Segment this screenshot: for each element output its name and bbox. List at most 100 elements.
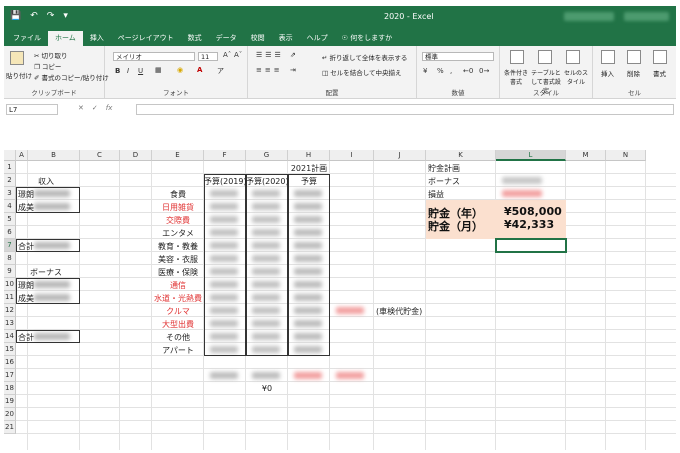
cell-e7[interactable]: 教育・教養 bbox=[152, 241, 204, 252]
conditional-format-button[interactable]: 条件付き書式 bbox=[502, 68, 530, 86]
save-icon[interactable]: 💾 bbox=[10, 11, 21, 21]
cell-l5[interactable]: ¥42,333 bbox=[504, 218, 554, 231]
row-header-15[interactable]: 15 bbox=[4, 343, 16, 356]
percent-icon[interactable]: % bbox=[437, 67, 444, 75]
column-header-n[interactable]: N bbox=[606, 150, 646, 161]
currency-icon[interactable]: ¥ bbox=[423, 67, 427, 75]
vertical-align-icons[interactable]: ☰☰☰ bbox=[256, 51, 284, 59]
cell-b9[interactable]: ボーナス bbox=[30, 267, 62, 278]
cell-g18[interactable]: ¥0 bbox=[246, 384, 288, 393]
row-header-19[interactable]: 19 bbox=[4, 395, 16, 408]
indent-icons[interactable]: ⇥ bbox=[290, 66, 296, 74]
copy-button[interactable]: ❐ コピー bbox=[34, 61, 61, 71]
cancel-icon[interactable]: ✕ bbox=[78, 104, 84, 112]
tab-5[interactable]: データ bbox=[209, 31, 244, 46]
tab-7[interactable]: 表示 bbox=[272, 31, 300, 46]
cell-e6[interactable]: エンタメ bbox=[152, 228, 204, 239]
cell-g2[interactable]: 予算(2020) bbox=[246, 176, 289, 187]
row-header-21[interactable]: 21 bbox=[4, 421, 16, 434]
font-name-select[interactable]: メイリオ bbox=[113, 52, 195, 61]
format-painter-button[interactable]: ✐ 書式のコピー/貼り付け bbox=[34, 72, 109, 82]
row-header-20[interactable]: 20 bbox=[4, 408, 16, 421]
tab-1[interactable]: ホーム bbox=[48, 31, 83, 46]
row-header-8[interactable]: 8 bbox=[4, 252, 16, 265]
cell-a10[interactable]: 璟朗 bbox=[18, 280, 34, 291]
cell-e12[interactable]: クルマ bbox=[152, 306, 204, 317]
paste-icon[interactable] bbox=[10, 51, 24, 65]
undo-icon[interactable]: ↶ bbox=[30, 11, 38, 21]
cell-h1[interactable]: 2021計画 bbox=[288, 163, 330, 174]
column-header-m[interactable]: M bbox=[566, 150, 606, 161]
row-header-14[interactable]: 14 bbox=[4, 330, 16, 343]
cell-k1[interactable]: 貯金計画 bbox=[428, 163, 460, 174]
column-header-d[interactable]: D bbox=[120, 150, 152, 161]
cell-e14[interactable]: その他 bbox=[152, 332, 204, 343]
row-header-7[interactable]: 7 bbox=[4, 239, 16, 252]
number-format-select[interactable]: 標準 bbox=[422, 52, 494, 61]
select-all-corner[interactable] bbox=[4, 150, 16, 161]
borders-icon[interactable]: ▦ bbox=[155, 66, 162, 74]
row-header-11[interactable]: 11 bbox=[4, 291, 16, 304]
orientation-icon[interactable]: ⇗ bbox=[290, 51, 296, 59]
conditional-format-icon[interactable] bbox=[510, 50, 524, 64]
row-header-3[interactable]: 3 bbox=[4, 187, 16, 200]
cell-e4[interactable]: 日用雑貨 bbox=[152, 202, 204, 213]
format-button[interactable]: 書式 bbox=[653, 68, 666, 78]
table-format-icon[interactable] bbox=[538, 50, 552, 64]
cell-f2[interactable]: 予算(2019) bbox=[204, 176, 247, 187]
cell-a11[interactable]: 成美 bbox=[18, 293, 34, 304]
column-header-l[interactable]: L bbox=[496, 150, 566, 161]
tab-3[interactable]: ページレイアウト bbox=[111, 31, 181, 46]
row-header-18[interactable]: 18 bbox=[4, 382, 16, 395]
insert-button[interactable]: 挿入 bbox=[601, 68, 614, 78]
row-header-5[interactable]: 5 bbox=[4, 213, 16, 226]
cell-a3[interactable]: 璟朗 bbox=[18, 189, 34, 200]
cut-button[interactable]: ✂ 切り取り bbox=[34, 50, 68, 60]
cell-e10[interactable]: 通信 bbox=[152, 280, 204, 291]
row-header-4[interactable]: 4 bbox=[4, 200, 16, 213]
column-header-f[interactable]: F bbox=[204, 150, 246, 161]
tab-0[interactable]: ファイル bbox=[6, 31, 48, 46]
increase-decimal-icon[interactable]: ←0 bbox=[463, 67, 473, 75]
tab-8[interactable]: ヘルプ bbox=[300, 31, 335, 46]
row-header-17[interactable]: 17 bbox=[4, 369, 16, 382]
column-header-k[interactable]: K bbox=[426, 150, 496, 161]
delete-cells-icon[interactable] bbox=[627, 50, 641, 64]
name-box[interactable]: L7 bbox=[6, 104, 58, 115]
increase-font-icon[interactable]: Aˆ bbox=[223, 51, 231, 59]
row-header-16[interactable]: 16 bbox=[4, 356, 16, 369]
cell-k5[interactable]: 貯金（月） bbox=[428, 218, 483, 234]
row-header-9[interactable]: 9 bbox=[4, 265, 16, 278]
enter-icon[interactable]: ✓ bbox=[92, 104, 98, 112]
tab-4[interactable]: 数式 bbox=[181, 31, 209, 46]
cell-e11[interactable]: 水道・光熱費 bbox=[152, 293, 204, 304]
column-header-i[interactable]: I bbox=[330, 150, 374, 161]
wrap-text-button[interactable]: ↵ 折り返して全体を表示する bbox=[322, 52, 407, 62]
formula-input[interactable] bbox=[136, 104, 674, 115]
cell-a4[interactable]: 成美 bbox=[18, 202, 34, 213]
row-header-10[interactable]: 10 bbox=[4, 278, 16, 291]
row-header-12[interactable]: 12 bbox=[4, 304, 16, 317]
cell-e5[interactable]: 交際費 bbox=[152, 215, 204, 226]
delete-button[interactable]: 削除 bbox=[627, 68, 640, 78]
worksheet-grid[interactable]: A B C D E F G H I J K L M N 1 2 3 4 5 6 7 8 9 10 11 12 13 14 15 16 17 1… bbox=[4, 150, 676, 450]
cell-e13[interactable]: 大型出費 bbox=[152, 319, 204, 330]
cell-k3[interactable]: 損益 bbox=[428, 189, 444, 200]
column-header-h[interactable]: H bbox=[288, 150, 330, 161]
cell-b2[interactable]: 収入 bbox=[38, 176, 54, 187]
decrease-font-icon[interactable]: Aˇ bbox=[234, 51, 242, 59]
tab-2[interactable]: 挿入 bbox=[83, 31, 111, 46]
selected-cell-l7[interactable] bbox=[495, 238, 567, 253]
cell-a7[interactable]: 合計 bbox=[18, 241, 34, 252]
cell-e15[interactable]: アパート bbox=[152, 345, 204, 356]
paste-button[interactable]: 貼り付け bbox=[6, 70, 32, 80]
cell-e3[interactable]: 食費 bbox=[152, 189, 204, 200]
cell-j12[interactable]: (車検代貯金) bbox=[376, 306, 422, 317]
row-header-6[interactable]: 6 bbox=[4, 226, 16, 239]
column-header-c[interactable]: C bbox=[80, 150, 120, 161]
cell-k2[interactable]: ボーナス bbox=[428, 176, 460, 187]
cell-a14[interactable]: 合計 bbox=[18, 332, 34, 343]
insert-cells-icon[interactable] bbox=[601, 50, 615, 64]
phonetic-icon[interactable]: ア bbox=[217, 66, 224, 76]
redo-icon[interactable]: ↷ bbox=[47, 11, 55, 21]
